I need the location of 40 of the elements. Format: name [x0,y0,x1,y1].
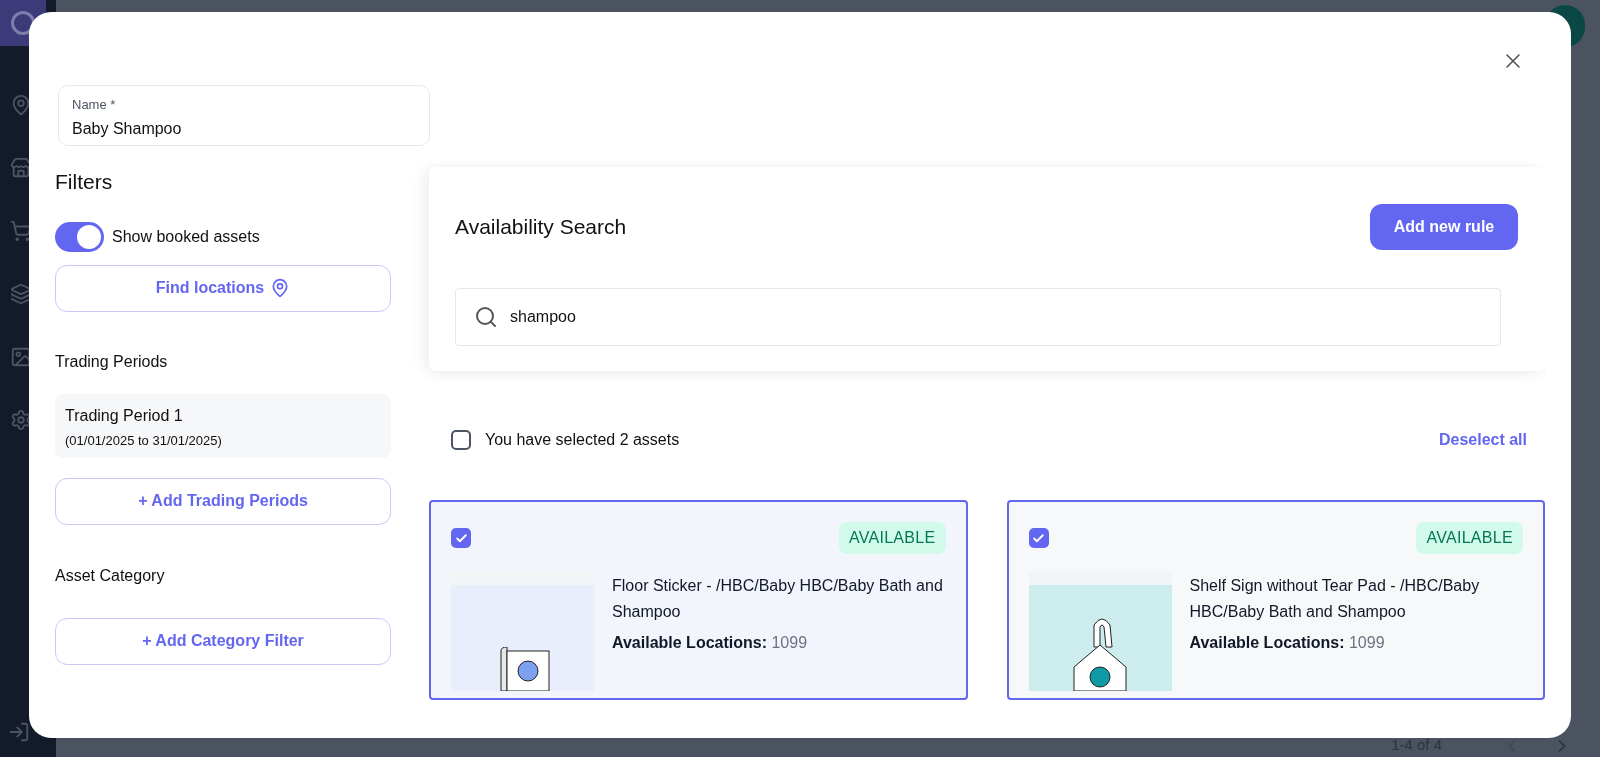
sidebar-nav-icon[interactable] [10,409,32,431]
section-title: Trading Periods [55,351,169,372]
sidebar-nav-icon[interactable] [10,283,32,305]
find-locations-button[interactable]: Find locations [55,264,391,312]
add-category-filter-button[interactable]: + Add Category Filter [55,617,391,665]
checkbox[interactable] [1028,528,1049,548]
checkmark-icon [1032,531,1045,545]
panel-title: Availability Search [455,214,627,241]
trading-period-name: Trading Period 1 [65,405,184,426]
asset-card[interactable]: AVAILABLE Shelf Sign without Tear Pad - /HBC/Baby HBC/Baby Bath and Shampoo Available Locations: 1099 [1006,500,1545,700]
search-field[interactable]: shampoo [455,288,1501,346]
trading-period-card[interactable]: Trading Period 1 (01/01/2025 to 31/01/2025) [55,393,391,458]
sidebar-nav-icon[interactable] [10,157,32,179]
sidebar-nav-icon[interactable] [10,220,32,242]
available-locations: Available Locations: 1099 [612,633,809,653]
sidebar-nav-icon[interactable] [10,346,32,368]
sidebar-nav-icon[interactable] [10,94,32,116]
field-value: Baby Shampoo [72,118,183,139]
checkbox[interactable] [451,528,471,548]
trading-period-range: (01/01/2025 to 31/01/2025) [65,431,223,450]
search-icon [474,305,498,329]
deselect-all-link[interactable]: Deselect all [1438,428,1527,452]
name-field[interactable]: Name * Baby Shampoo [58,85,430,146]
filters-title: Filters [55,169,114,195]
add-trading-periods-button[interactable]: + Add Trading Periods [55,477,391,525]
toggle-switch[interactable] [55,221,104,252]
status-badge: AVAILABLE [838,522,946,554]
section-title: Asset Category [55,565,166,586]
status-badge: AVAILABLE [1416,522,1523,554]
checkbox[interactable] [451,430,471,450]
asset-card[interactable]: AVAILABLE Floor Sticker - /HBC/Baby HBC/Baby Bath and Shampoo Available Locations: 1099 [429,500,968,700]
toggle-label: Show booked assets [112,226,260,247]
field-label: Name * [72,96,117,114]
add-new-rule-button[interactable]: Add new rule [1370,204,1518,250]
available-locations: Available Locations: 1099 [1189,633,1386,653]
search-value: shampoo [510,307,576,327]
selection-summary: You have selected 2 assets [485,430,680,450]
asset-title: Shelf Sign without Tear Pad - /HBC/Baby HBC/Baby Bath and Shampoo [1189,576,1481,622]
asset-title: Floor Sticker - /HBC/Baby HBC/Baby Bath and Shampoo [612,576,944,622]
checkmark-icon [454,531,468,545]
